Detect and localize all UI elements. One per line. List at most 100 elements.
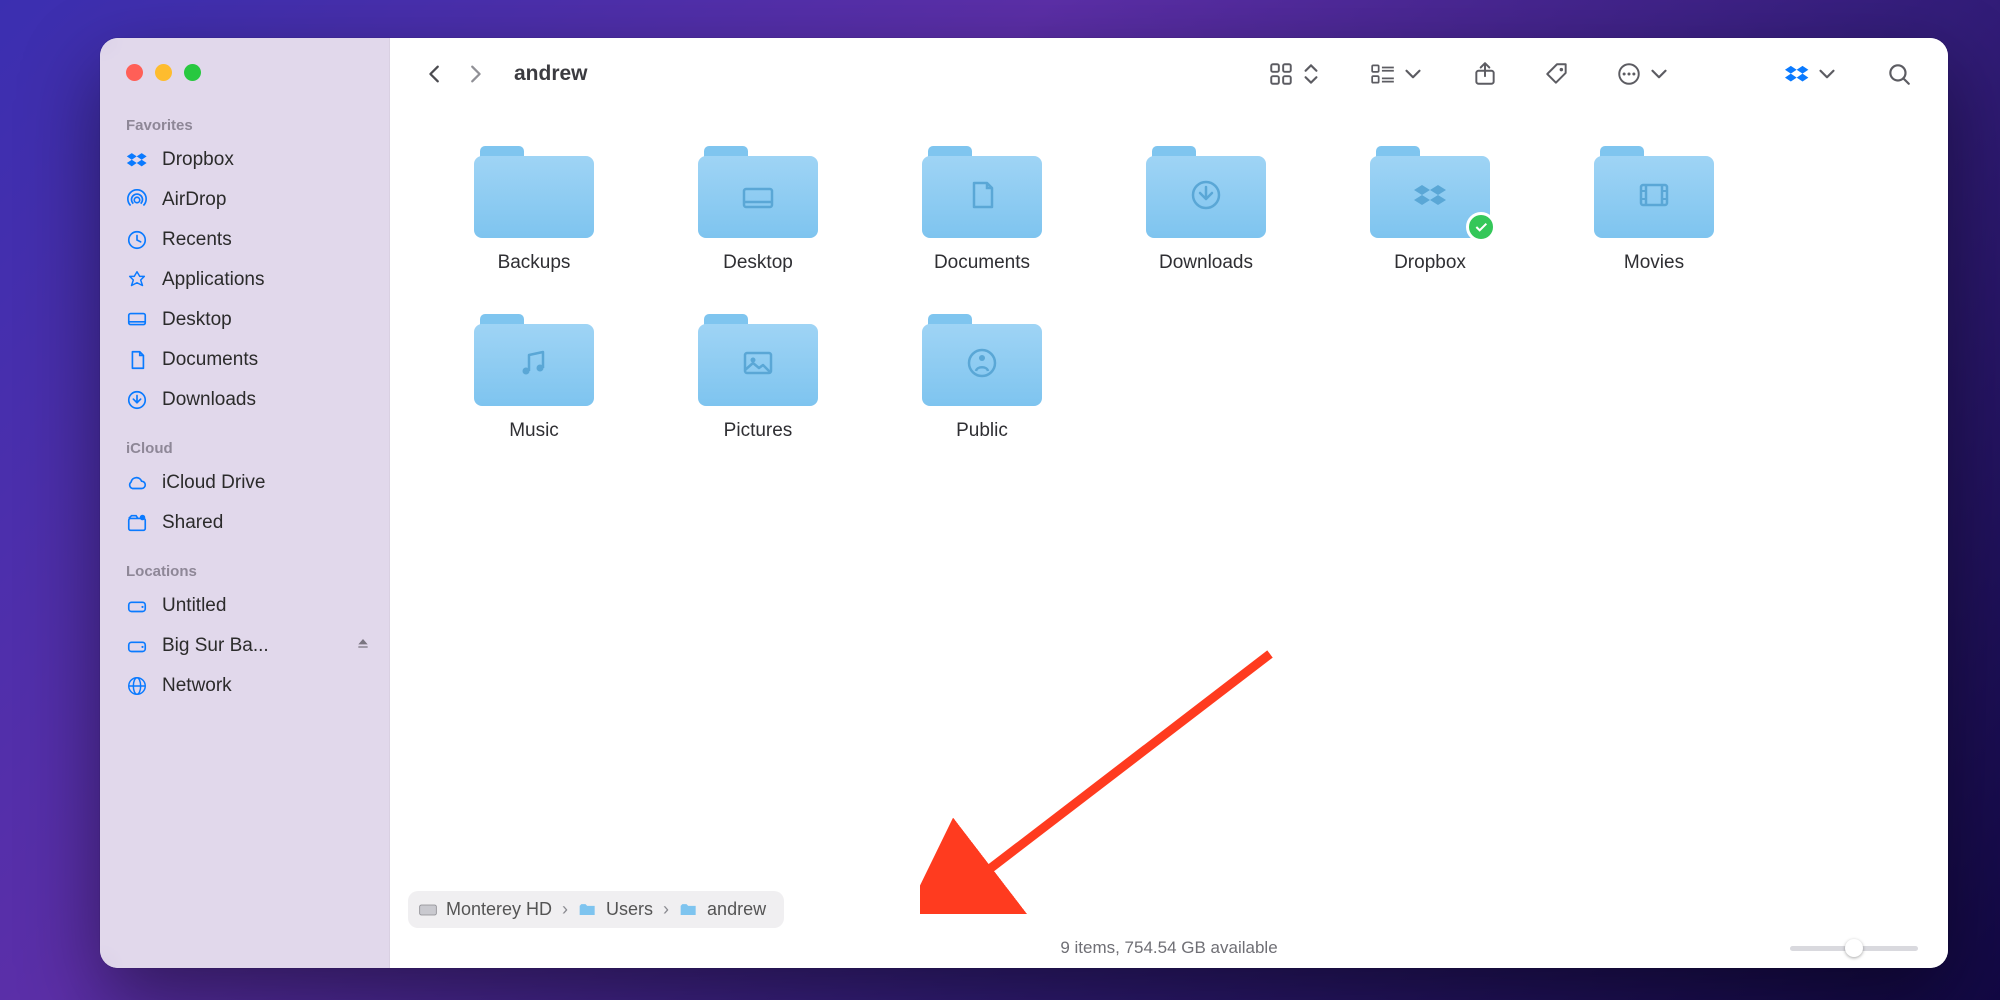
sidebar-item-airdrop[interactable]: AirDrop <box>100 180 389 220</box>
folder-item-documents[interactable]: Documents <box>872 146 1092 274</box>
sidebar-item-network[interactable]: Network <box>100 666 389 706</box>
breadcrumb-separator: › <box>562 899 568 920</box>
folder-icon <box>1594 146 1714 238</box>
path-bar[interactable]: Monterey HD › Users › andrew <box>408 891 784 928</box>
window-title: andrew <box>514 62 588 86</box>
sidebar-item-label: Network <box>162 675 232 697</box>
breadcrumb-segment[interactable]: Monterey HD <box>418 899 552 920</box>
sidebar-item-label: Downloads <box>162 389 256 411</box>
finder-window: Favorites Dropbox AirDrop Recents Applicatio… <box>100 38 1948 968</box>
sidebar-item-label: Dropbox <box>162 149 234 171</box>
group-by-button[interactable] <box>1364 57 1432 91</box>
shared-folder-icon <box>126 512 148 534</box>
window-controls <box>100 64 389 81</box>
folder-label: Music <box>509 420 559 442</box>
folder-item-movies[interactable]: Movies <box>1544 146 1764 274</box>
search-button[interactable] <box>1880 57 1918 91</box>
sidebar-item-label: Untitled <box>162 595 226 617</box>
folder-label: Downloads <box>1159 252 1253 274</box>
actions-button[interactable] <box>1610 57 1678 91</box>
globe-icon <box>126 675 148 697</box>
mini-folder-icon <box>679 900 699 920</box>
sidebar-heading: iCloud <box>100 430 389 463</box>
desktop-icon <box>126 309 148 331</box>
sidebar-item-label: AirDrop <box>162 189 226 211</box>
folder-icon <box>1370 146 1490 238</box>
sidebar-item-applications[interactable]: Applications <box>100 260 389 300</box>
folder-icon <box>922 146 1042 238</box>
back-button[interactable] <box>420 55 450 93</box>
sidebar-item-desktop[interactable]: Desktop <box>100 300 389 340</box>
folder-item-music[interactable]: Music <box>424 314 644 442</box>
breadcrumb-segment[interactable]: andrew <box>679 899 766 920</box>
breadcrumb-label: Users <box>606 899 653 920</box>
sidebar-item-label: Desktop <box>162 309 232 331</box>
folder-item-desktop[interactable]: Desktop <box>648 146 868 274</box>
sidebar-heading: Favorites <box>100 107 389 140</box>
folder-label: Backups <box>498 252 571 274</box>
sidebar-item-shared[interactable]: Shared <box>100 503 389 543</box>
folder-grid: Backups Desktop Documents Downloads Dropbox M… <box>424 146 1914 442</box>
content-area: andrew <box>390 38 1948 968</box>
breadcrumb-label: Monterey HD <box>446 899 552 920</box>
eject-icon[interactable] <box>355 635 371 657</box>
cloud-icon <box>126 472 148 494</box>
close-window-button[interactable] <box>126 64 143 81</box>
breadcrumb-segment[interactable]: Users <box>578 899 653 920</box>
hdd-icon <box>418 900 438 920</box>
view-mode-button[interactable] <box>1262 57 1330 91</box>
toolbar: andrew <box>390 38 1948 110</box>
minimize-window-button[interactable] <box>155 64 172 81</box>
folder-label: Dropbox <box>1394 252 1466 274</box>
sidebar-item-untitled[interactable]: Untitled <box>100 586 389 626</box>
sidebar-item-label: Applications <box>162 269 264 291</box>
sidebar-item-label: Big Sur Ba... <box>162 635 269 657</box>
folder-icon <box>922 314 1042 406</box>
file-pane[interactable]: Backups Desktop Documents Downloads Dropbox M… <box>390 110 1948 879</box>
sidebar-item-icloud-drive[interactable]: iCloud Drive <box>100 463 389 503</box>
status-bar: 9 items, 754.54 GB available <box>390 928 1948 968</box>
sidebar-item-recents[interactable]: Recents <box>100 220 389 260</box>
app-icon <box>126 269 148 291</box>
clock-icon <box>126 229 148 251</box>
folder-item-backups[interactable]: Backups <box>424 146 644 274</box>
sidebar-item-label: Shared <box>162 512 223 534</box>
icon-size-slider[interactable] <box>1790 938 1918 958</box>
forward-button[interactable] <box>460 55 490 93</box>
folder-label: Public <box>956 420 1008 442</box>
folder-label: Movies <box>1624 252 1684 274</box>
tags-button[interactable] <box>1538 57 1576 91</box>
sidebar-item-label: Documents <box>162 349 258 371</box>
sidebar-item-label: Recents <box>162 229 232 251</box>
breadcrumb-separator: › <box>663 899 669 920</box>
disk-icon <box>126 635 148 657</box>
folder-item-dropbox[interactable]: Dropbox <box>1320 146 1540 274</box>
sidebar-item-documents[interactable]: Documents <box>100 340 389 380</box>
folder-label: Desktop <box>723 252 793 274</box>
download-circle-icon <box>126 389 148 411</box>
sync-check-badge <box>1466 212 1496 242</box>
folder-icon <box>698 146 818 238</box>
folder-item-pictures[interactable]: Pictures <box>648 314 868 442</box>
document-icon <box>126 349 148 371</box>
zoom-window-button[interactable] <box>184 64 201 81</box>
folder-label: Pictures <box>724 420 793 442</box>
folder-item-public[interactable]: Public <box>872 314 1092 442</box>
folder-item-downloads[interactable]: Downloads <box>1096 146 1316 274</box>
folder-label: Documents <box>934 252 1030 274</box>
sidebar: Favorites Dropbox AirDrop Recents Applicatio… <box>100 38 390 968</box>
disk-icon <box>126 595 148 617</box>
airdrop-icon <box>126 189 148 211</box>
folder-icon <box>474 146 594 238</box>
sidebar-item-downloads[interactable]: Downloads <box>100 380 389 420</box>
status-text: 9 items, 754.54 GB available <box>1060 938 1277 958</box>
sidebar-item-dropbox[interactable]: Dropbox <box>100 140 389 180</box>
dropbox-toolbar-button[interactable] <box>1778 57 1846 91</box>
dropbox-icon <box>126 149 148 171</box>
sidebar-heading: Locations <box>100 553 389 586</box>
folder-icon <box>1146 146 1266 238</box>
share-button[interactable] <box>1466 57 1504 91</box>
breadcrumb-label: andrew <box>707 899 766 920</box>
sidebar-item-big-sur-ba-[interactable]: Big Sur Ba... <box>100 626 389 666</box>
sidebar-item-label: iCloud Drive <box>162 472 265 494</box>
